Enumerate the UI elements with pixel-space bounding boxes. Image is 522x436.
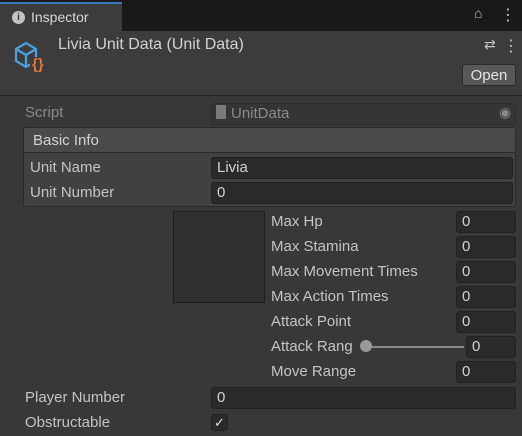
- script-value: UnitData: [231, 105, 290, 122]
- attack-range-label: Attack Rang: [271, 338, 353, 355]
- player-number-input[interactable]: 0: [211, 387, 516, 409]
- tab-inspector[interactable]: i Inspector: [0, 2, 122, 31]
- page-title: Livia Unit Data (Unit Data): [58, 36, 244, 53]
- unit-name-label: Unit Name: [30, 159, 101, 176]
- tab-label: Inspector: [31, 9, 89, 25]
- max-action-times-input[interactable]: 0: [456, 286, 516, 308]
- open-button[interactable]: Open: [462, 64, 516, 86]
- lock-icon[interactable]: ⌂: [474, 5, 482, 21]
- max-stamina-label: Max Stamina: [271, 238, 359, 255]
- basic-info-heading: Basic Info: [33, 132, 99, 149]
- move-range-label: Move Range: [271, 363, 357, 380]
- unit-number-label: Unit Number: [30, 184, 115, 201]
- inspector-header: {} Livia Unit Data (Unit Data) ⇄ ⋮ Open: [0, 31, 522, 96]
- cs-script-icon: [216, 105, 226, 119]
- player-number-label: Player Number: [25, 389, 126, 406]
- attack-range-slider-track[interactable]: [366, 346, 464, 348]
- unit-name-input[interactable]: Livia: [211, 157, 513, 179]
- move-range-input[interactable]: 0: [456, 361, 516, 383]
- attack-range-input[interactable]: 0: [466, 336, 516, 358]
- scriptable-object-icon: {}: [12, 39, 52, 79]
- preset-settings-icon[interactable]: ⇄: [484, 36, 496, 53]
- max-action-times-label: Max Action Times: [271, 288, 389, 305]
- attack-point-input[interactable]: 0: [456, 311, 516, 333]
- code-braces-icon: {}: [32, 56, 44, 73]
- max-hp-input[interactable]: 0: [456, 211, 516, 233]
- obstructable-checkbox[interactable]: ✓: [211, 414, 228, 431]
- max-movement-times-input[interactable]: 0: [456, 261, 516, 283]
- script-label: Script: [25, 104, 64, 121]
- tab-menu-icon[interactable]: ⋮: [500, 5, 516, 25]
- info-icon: i: [12, 11, 25, 24]
- sprite-preview[interactable]: [173, 211, 265, 303]
- basic-info-header: Basic Info: [24, 128, 515, 153]
- script-field[interactable]: UnitData: [211, 103, 516, 125]
- max-stamina-input[interactable]: 0: [456, 236, 516, 258]
- tab-bar: i Inspector ⌂ ⋮: [0, 0, 522, 31]
- max-hp-label: Max Hp: [271, 213, 323, 230]
- max-movement-times-label: Max Movement Times: [271, 263, 418, 280]
- attack-point-label: Attack Point: [271, 313, 352, 330]
- object-picker-icon[interactable]: ◉: [499, 104, 511, 121]
- attack-range-slider-handle[interactable]: [360, 340, 372, 352]
- obstructable-label: Obstructable: [25, 414, 111, 431]
- header-menu-icon[interactable]: ⋮: [503, 36, 519, 56]
- unit-number-input[interactable]: 0: [211, 182, 513, 204]
